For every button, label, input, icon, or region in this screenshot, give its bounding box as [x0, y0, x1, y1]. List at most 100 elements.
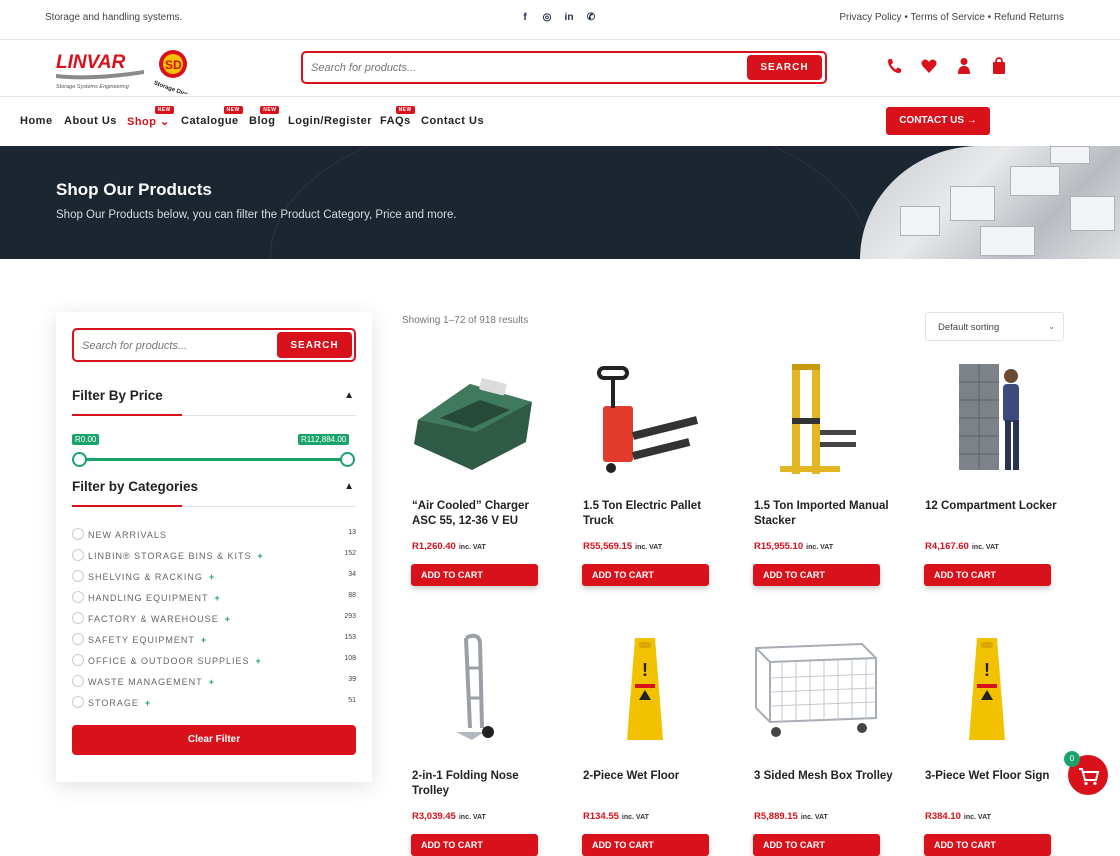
category-item[interactable]: LINBIN® STORAGE BINS & KITS +152: [72, 547, 356, 568]
category-item[interactable]: NEW ARRIVALS 13: [72, 526, 356, 547]
vat-label: inc. VAT: [963, 814, 991, 821]
radio-button[interactable]: [72, 696, 84, 708]
expand-plus-icon[interactable]: +: [201, 635, 207, 645]
price-value: R15,955.10: [754, 541, 804, 552]
price-value: R55,569.15: [583, 541, 633, 552]
nav-blog[interactable]: Blog NEW: [249, 106, 280, 127]
nav-login-register[interactable]: Login/Register: [288, 115, 372, 127]
product-title[interactable]: 12 Compartment Locker: [925, 499, 1065, 514]
category-item[interactable]: FACTORY & WAREHOUSE +293: [72, 610, 356, 631]
expand-plus-icon[interactable]: +: [258, 551, 264, 561]
add-to-cart-button[interactable]: ADD TO CART: [924, 834, 1051, 856]
category-filter-title: Filter by Categories: [72, 479, 199, 494]
expand-plus-icon[interactable]: +: [209, 677, 215, 687]
radio-button[interactable]: [72, 591, 84, 603]
tagline: Storage and handling systems.: [45, 12, 183, 23]
nav-contact-us[interactable]: Contact Us: [421, 115, 484, 127]
user-icon[interactable]: [956, 57, 972, 75]
price-slider-min-handle[interactable]: [72, 452, 87, 467]
product-title[interactable]: “Air Cooled” Charger ASC 55, 12-36 V EU: [412, 499, 552, 529]
product-image[interactable]: [923, 358, 1051, 484]
price-value: R3,039.45: [412, 811, 456, 822]
product-image[interactable]: [752, 628, 880, 754]
shopping-bag-icon[interactable]: [991, 57, 1007, 75]
expand-plus-icon[interactable]: +: [215, 593, 221, 603]
expand-plus-icon[interactable]: +: [225, 614, 231, 624]
instagram-icon[interactable]: ◎: [542, 12, 552, 24]
category-item[interactable]: STORAGE +51: [72, 694, 356, 715]
radio-button[interactable]: [72, 549, 84, 561]
price-filter-heading[interactable]: Filter By Price ▲: [72, 388, 356, 403]
add-to-cart-button[interactable]: ADD TO CART: [411, 834, 538, 856]
expand-plus-icon[interactable]: +: [145, 698, 151, 708]
radio-button[interactable]: [72, 528, 84, 540]
add-to-cart-button[interactable]: ADD TO CART: [582, 834, 709, 856]
radio-button[interactable]: [72, 675, 84, 687]
category-count: 153: [344, 634, 356, 641]
category-item[interactable]: HANDLING EQUIPMENT +88: [72, 589, 356, 610]
nav-catalogue-label: Catalogue: [181, 115, 239, 127]
add-to-cart-button[interactable]: ADD TO CART: [411, 564, 538, 586]
product-image[interactable]: [581, 358, 709, 484]
nav-catalogue[interactable]: Catalogue NEW: [181, 106, 243, 127]
radio-button[interactable]: [72, 654, 84, 666]
add-to-cart-button[interactable]: ADD TO CART: [582, 564, 709, 586]
nav-shop[interactable]: Shop ⌄ NEW: [127, 106, 174, 128]
product-title[interactable]: 3-Piece Wet Floor Sign: [925, 769, 1065, 784]
hero-title: Shop Our Products: [56, 180, 212, 199]
phone-icon[interactable]: [886, 57, 902, 75]
category-filter-heading[interactable]: Filter by Categories ▲: [72, 479, 356, 494]
product-title[interactable]: 1.5 Ton Imported Manual Stacker: [754, 499, 894, 529]
whatsapp-icon[interactable]: ✆: [586, 12, 596, 24]
radio-button[interactable]: [72, 570, 84, 582]
contact-us-button[interactable]: CONTACT US →: [886, 107, 990, 135]
legal-links[interactable]: Privacy Policy • Terms of Service • Refu…: [839, 12, 1064, 23]
price-filter-title: Filter By Price: [72, 388, 163, 403]
hero-banner: Shop Our Products Shop Our Products belo…: [0, 146, 1120, 259]
nav-faqs[interactable]: FAQs NEW: [380, 106, 415, 127]
nav-home[interactable]: Home: [20, 115, 53, 127]
product-title[interactable]: 3 Sided Mesh Box Trolley: [754, 769, 894, 784]
clear-filter-button[interactable]: Clear Filter: [72, 725, 356, 755]
price-slider-max-handle[interactable]: [340, 452, 355, 467]
chevron-up-icon[interactable]: ▲: [344, 390, 354, 401]
category-item[interactable]: SAFETY EQUIPMENT +153: [72, 631, 356, 652]
product-title[interactable]: 1.5 Ton Electric Pallet Truck: [583, 499, 723, 529]
product-title[interactable]: 2-Piece Wet Floor: [583, 769, 723, 784]
add-to-cart-button[interactable]: ADD TO CART: [753, 564, 880, 586]
product-title[interactable]: 2-in-1 Folding Nose Trolley: [412, 769, 552, 799]
product-image[interactable]: !: [581, 628, 709, 754]
hero-subtitle: Shop Our Products below, you can filter …: [56, 209, 457, 221]
floating-cart-button[interactable]: 0: [1064, 751, 1108, 795]
chevron-up-icon[interactable]: ▲: [344, 481, 354, 492]
linkedin-icon[interactable]: in: [564, 12, 574, 24]
radio-button[interactable]: [72, 612, 84, 624]
product-price: R134.55 inc. VAT: [583, 811, 649, 822]
add-to-cart-button[interactable]: ADD TO CART: [924, 564, 1051, 586]
facebook-icon[interactable]: f: [520, 12, 530, 24]
sidebar-search-button[interactable]: SEARCH: [277, 332, 352, 358]
nav-about-us[interactable]: About Us: [64, 115, 117, 127]
product-image[interactable]: [410, 358, 538, 484]
price-value: R384.10: [925, 811, 961, 822]
category-count: 108: [344, 655, 356, 662]
category-item[interactable]: SHELVING & RACKING +34: [72, 568, 356, 589]
heart-icon[interactable]: [921, 57, 937, 75]
product-price: R1,260.40 inc. VAT: [412, 541, 486, 552]
sidebar-search-input[interactable]: [82, 337, 272, 355]
header-search-button[interactable]: SEARCH: [747, 55, 822, 80]
sorting-select[interactable]: Default sorting ⌄: [925, 312, 1064, 341]
add-to-cart-button[interactable]: ADD TO CART: [753, 834, 880, 856]
category-item[interactable]: WASTE MANAGEMENT +39: [72, 673, 356, 694]
product-image[interactable]: [752, 358, 880, 484]
category-item[interactable]: OFFICE & OUTDOOR SUPPLIES +108: [72, 652, 356, 673]
expand-plus-icon[interactable]: +: [209, 572, 215, 582]
header-search-input[interactable]: [311, 59, 731, 77]
price-slider-track[interactable]: [80, 458, 348, 461]
product-image[interactable]: [410, 628, 538, 754]
product-image[interactable]: !: [923, 628, 1051, 754]
radio-button[interactable]: [72, 633, 84, 645]
storage-direct-badge: SD: [165, 58, 182, 72]
expand-plus-icon[interactable]: +: [256, 656, 262, 666]
linvar-logo[interactable]: LINVAR Storage Systems Engineering SD St…: [52, 48, 194, 94]
